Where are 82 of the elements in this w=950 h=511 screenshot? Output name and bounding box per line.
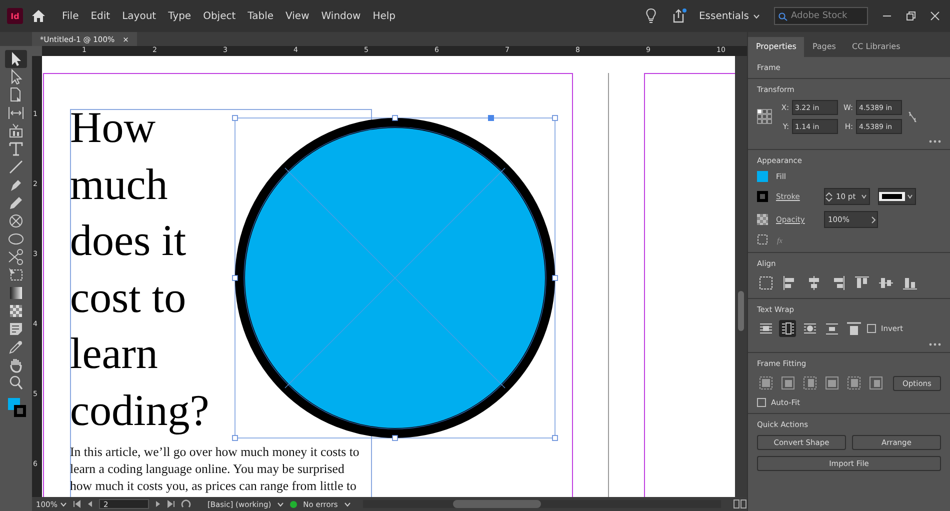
menu-item[interactable]: Table — [248, 10, 274, 22]
stepper-icon — [825, 192, 833, 202]
gap-icon — [7, 104, 25, 122]
fill-swatch[interactable] — [757, 171, 768, 182]
scissors-icon — [7, 248, 25, 266]
status-dot-icon — [290, 500, 298, 508]
frame-fitting-icon[interactable] — [757, 374, 775, 392]
type-icon — [7, 140, 25, 158]
frame-icon — [7, 122, 25, 140]
scrollbar-thumb[interactable] — [452, 500, 541, 508]
previous-page-icon[interactable] — [87, 500, 94, 508]
next-page-icon[interactable] — [155, 500, 162, 508]
panel-tab[interactable]: Pages — [804, 37, 844, 57]
pencil-icon — [7, 194, 25, 212]
checker-icon — [7, 302, 25, 320]
chevron-down-icon — [904, 194, 915, 199]
panel-tab[interactable]: CC Libraries — [844, 37, 908, 57]
reference-point-icon[interactable] — [757, 109, 773, 125]
stroke-style-dropdown[interactable] — [878, 188, 916, 205]
menu-item[interactable]: Type — [168, 10, 192, 22]
frame-fitting-icon[interactable] — [845, 374, 863, 392]
note-icon — [7, 320, 25, 338]
wrap-option-button[interactable] — [779, 320, 796, 337]
search-icon — [778, 12, 788, 21]
search-icon — [7, 374, 25, 392]
resize-handle[interactable] — [552, 435, 558, 441]
checkbox[interactable] — [757, 398, 766, 407]
menu-item[interactable]: File — [62, 10, 79, 22]
line-icon — [7, 158, 25, 176]
scrollbar-thumb[interactable] — [738, 291, 744, 331]
menu-item[interactable]: Layout — [122, 10, 156, 22]
search-field[interactable]: Adobe Stock — [774, 7, 868, 25]
menu-item[interactable]: Edit — [90, 10, 110, 22]
gradient-icon — [7, 284, 25, 302]
resize-handle[interactable] — [232, 115, 238, 121]
crossed-circle-icon — [7, 212, 25, 230]
chevron-down-icon — [753, 14, 760, 18]
close-icon[interactable] — [930, 11, 940, 21]
home-icon[interactable] — [31, 9, 46, 23]
stroke-swatch[interactable] — [757, 191, 768, 202]
last-page-icon[interactable] — [167, 500, 176, 508]
panel-tab[interactable]: Properties — [748, 37, 804, 57]
eyedropper-icon — [7, 338, 25, 356]
frame-fitting-icon[interactable] — [823, 374, 841, 392]
frame-fitting-icon[interactable] — [801, 374, 819, 392]
menu-item[interactable]: Object — [203, 10, 236, 22]
checker-icon — [757, 214, 768, 225]
refresh-icon[interactable] — [181, 499, 192, 509]
workspace-switcher[interactable]: Essentials — [698, 10, 760, 22]
menu-item[interactable]: Window — [321, 10, 361, 22]
resize-handle[interactable] — [232, 435, 238, 441]
wrap-option-button[interactable] — [845, 320, 862, 337]
chevron-down-icon — [60, 502, 68, 506]
split-view-icon[interactable] — [733, 499, 747, 509]
first-page-icon[interactable] — [73, 500, 82, 508]
chevron-right-icon — [869, 216, 877, 224]
resize-handle[interactable] — [392, 115, 398, 121]
chevron-down-icon[interactable] — [277, 502, 284, 506]
lightbulb-icon[interactable] — [644, 8, 657, 24]
share-icon[interactable] — [670, 8, 687, 24]
tool-button[interactable] — [5, 50, 27, 68]
restore-icon[interactable] — [906, 11, 916, 21]
hand-icon — [7, 356, 25, 374]
menu-item[interactable]: View — [286, 10, 310, 22]
align-to-icon[interactable] — [757, 274, 775, 292]
text-wrap-icon — [844, 320, 862, 338]
app-logo: Id — [7, 8, 23, 24]
menu-item[interactable]: Help — [372, 10, 396, 22]
resize-handle[interactable] — [552, 275, 558, 281]
chevron-down-icon[interactable] — [344, 502, 351, 506]
checkbox[interactable] — [867, 324, 876, 333]
heading: How much does it cost to learn coding? — [70, 102, 210, 436]
frame-fitting-icon[interactable] — [867, 374, 885, 392]
body-text: In this article, we’ll go over how much money it costs to learn a coding language online. You may be surprised how much it costs you, as prices can range from little to — [70, 444, 360, 495]
frame-fitting-icon[interactable] — [779, 374, 797, 392]
chevron-down-icon — [858, 194, 869, 199]
resize-handle[interactable] — [552, 115, 558, 121]
more-icon[interactable] — [929, 140, 941, 143]
selection-frame-icon[interactable] — [757, 234, 769, 246]
resize-handle[interactable] — [232, 275, 238, 281]
more-icon[interactable] — [929, 343, 941, 346]
resize-handle[interactable] — [392, 435, 398, 441]
